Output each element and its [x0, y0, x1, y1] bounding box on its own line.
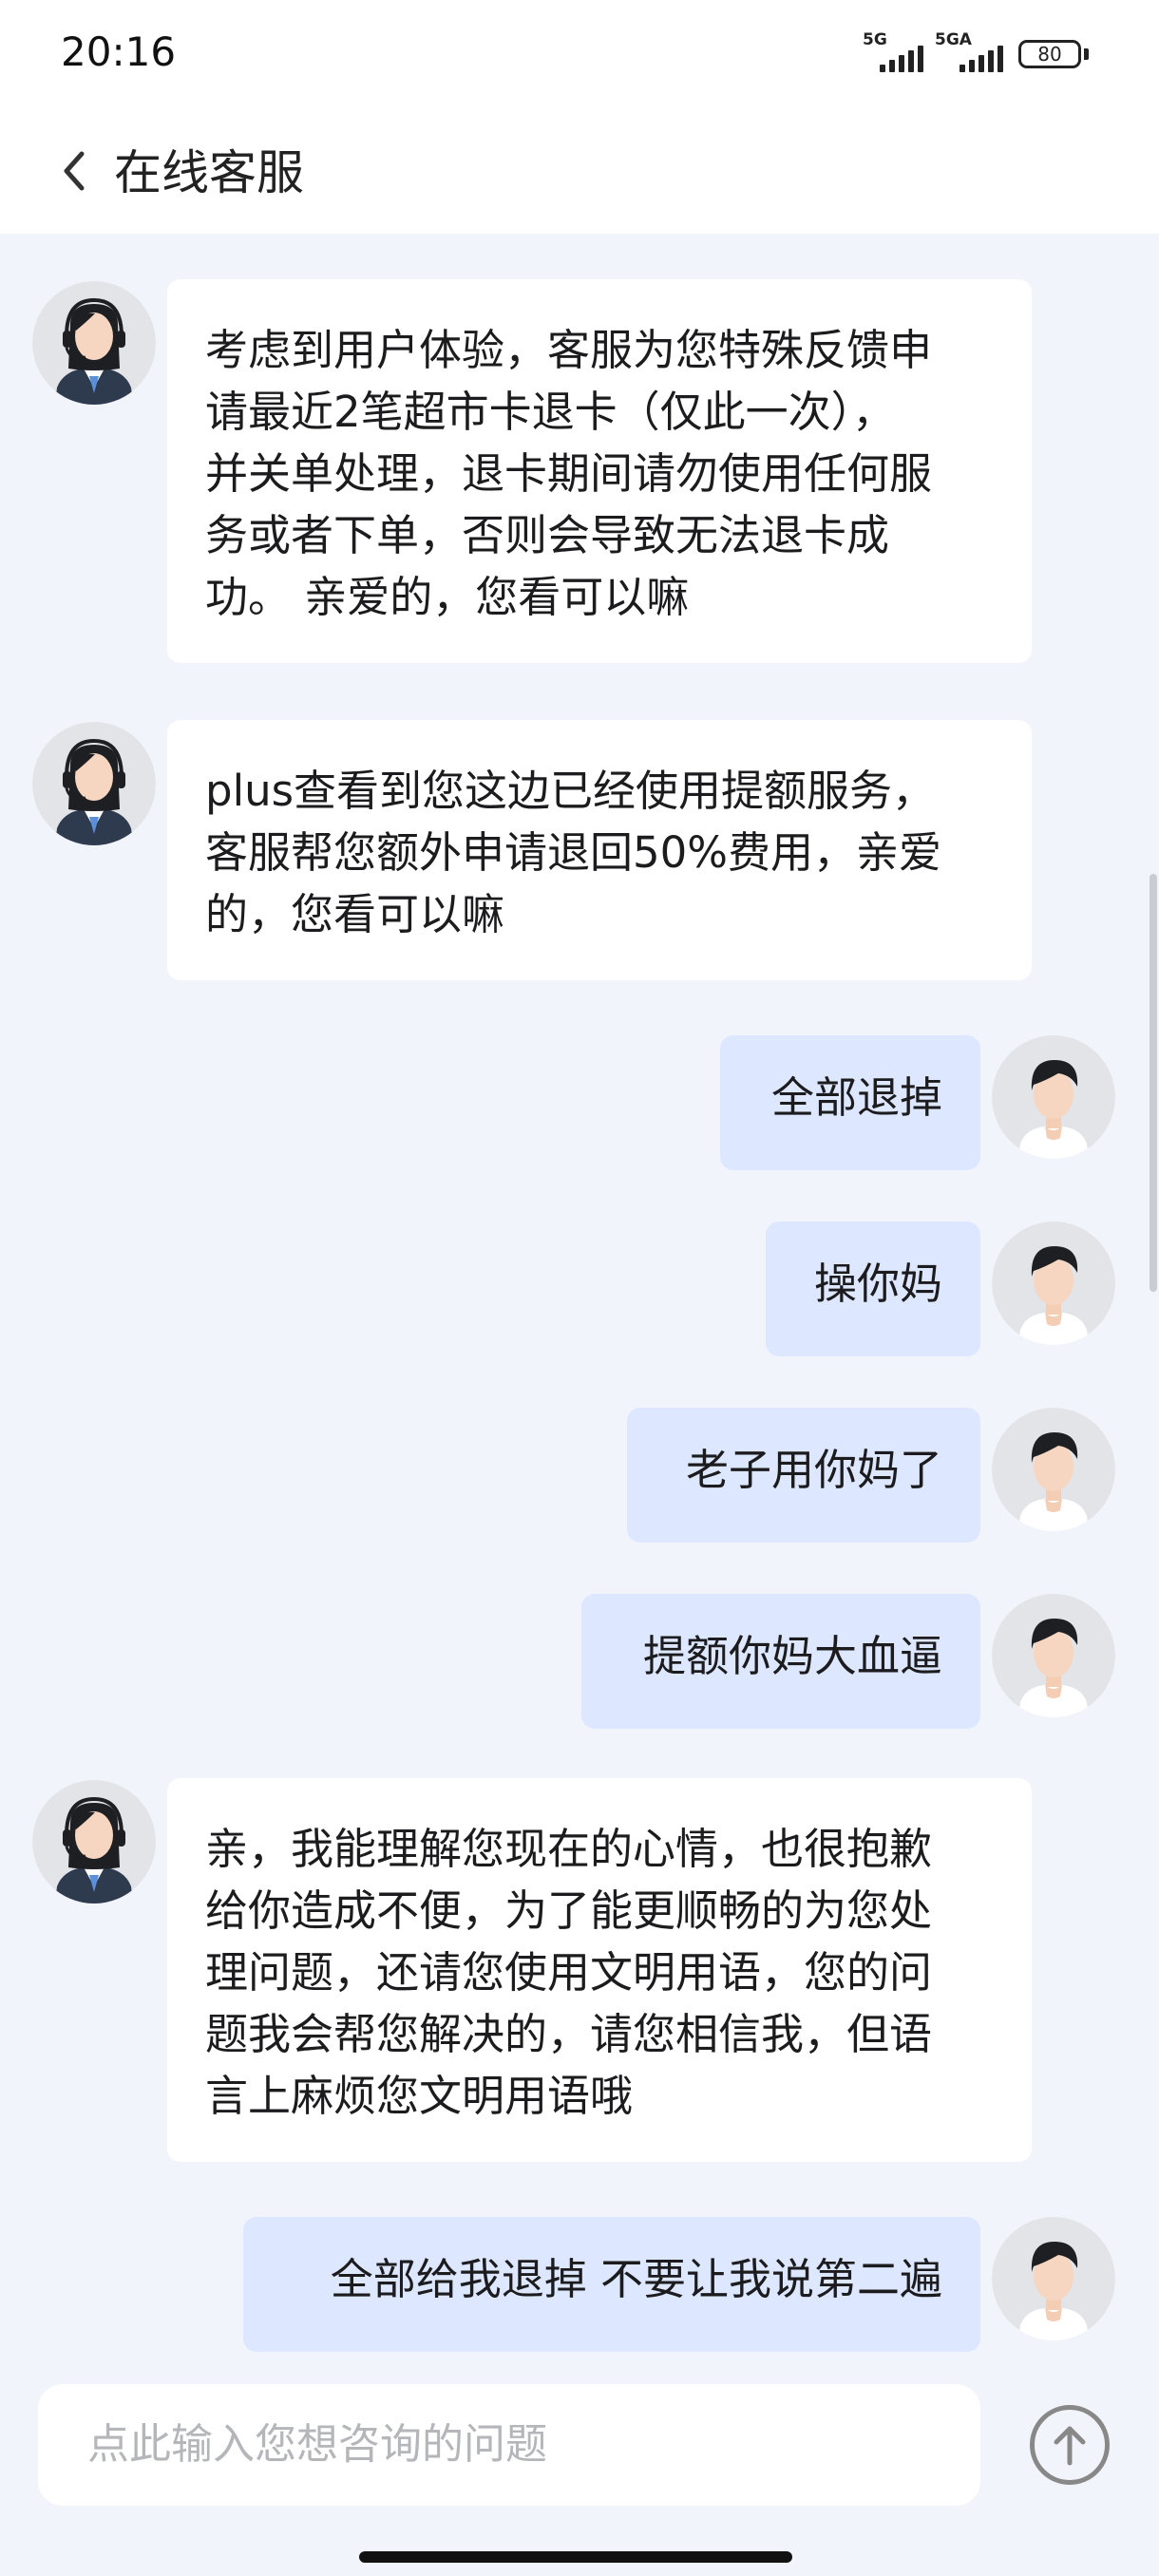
agent-message: plus查看到您这边已经使用提额服务， 客服帮您额外申请退回50%费用，亲爱 的…: [167, 720, 1032, 980]
user-message: 老子用你妈了: [627, 1408, 980, 1543]
battery-tip: [1084, 48, 1089, 60]
user-avatar-icon: [992, 1222, 1115, 1345]
user-avatar-icon: [992, 1594, 1115, 1717]
user-message: 全部给我退掉 不要让我说第二遍: [243, 2217, 980, 2352]
arrow-up-circle-icon: [1054, 2426, 1086, 2466]
user-avatar-icon: [992, 2217, 1115, 2340]
user-avatar-icon: [992, 1035, 1115, 1159]
user-avatar: [992, 1222, 1115, 1345]
back-button[interactable]: [57, 142, 95, 199]
input-bar: 点此输入您想咨询的问题: [0, 2371, 1159, 2576]
chat-scrollbar[interactable]: [1150, 874, 1157, 1292]
user-message: 提额你妈大血逼: [581, 1594, 980, 1729]
battery-icon: 80: [1018, 40, 1081, 68]
user-avatar: [992, 2217, 1115, 2340]
status-bar: 20:16 5G 5GA 80: [0, 0, 1159, 114]
customer-service-avatar-icon: [32, 1780, 156, 1904]
customer-service-avatar-icon: [32, 281, 156, 405]
chat-list: 考虑到用户体验，客服为您特殊反馈申 请最近2笔超市卡退卡（仅此一次）， 并关单处…: [0, 234, 1159, 2371]
user-message: 操你妈: [766, 1222, 980, 1356]
agent-avatar: [32, 722, 156, 845]
send-button[interactable]: [1030, 2405, 1110, 2485]
user-avatar-icon: [992, 1408, 1115, 1531]
agent-message: 考虑到用户体验，客服为您特殊反馈申 请最近2笔超市卡退卡（仅此一次）， 并关单处…: [167, 279, 1032, 663]
nav-bar: 在线客服: [0, 114, 1159, 234]
agent-avatar: [32, 281, 156, 405]
user-message: 全部退掉: [720, 1035, 980, 1170]
page-title: 在线客服: [114, 145, 304, 200]
signal-5g-icon: 5G: [863, 30, 923, 72]
user-avatar: [992, 1035, 1115, 1159]
status-time: 20:16: [61, 28, 177, 75]
home-indicator[interactable]: [359, 2551, 792, 2563]
agent-message: 亲，我能理解您现在的心情，也很抱歉 给你造成不便，为了能更顺畅的为您处 理问题，…: [167, 1778, 1032, 2162]
agent-avatar: [32, 1780, 156, 1904]
user-avatar: [992, 1594, 1115, 1717]
customer-service-avatar-icon: [32, 722, 156, 845]
signal-5ga-icon: 5GA: [935, 30, 1003, 72]
chevron-left-icon: [64, 151, 85, 191]
message-input[interactable]: 点此输入您想咨询的问题: [38, 2384, 980, 2506]
user-avatar: [992, 1408, 1115, 1531]
